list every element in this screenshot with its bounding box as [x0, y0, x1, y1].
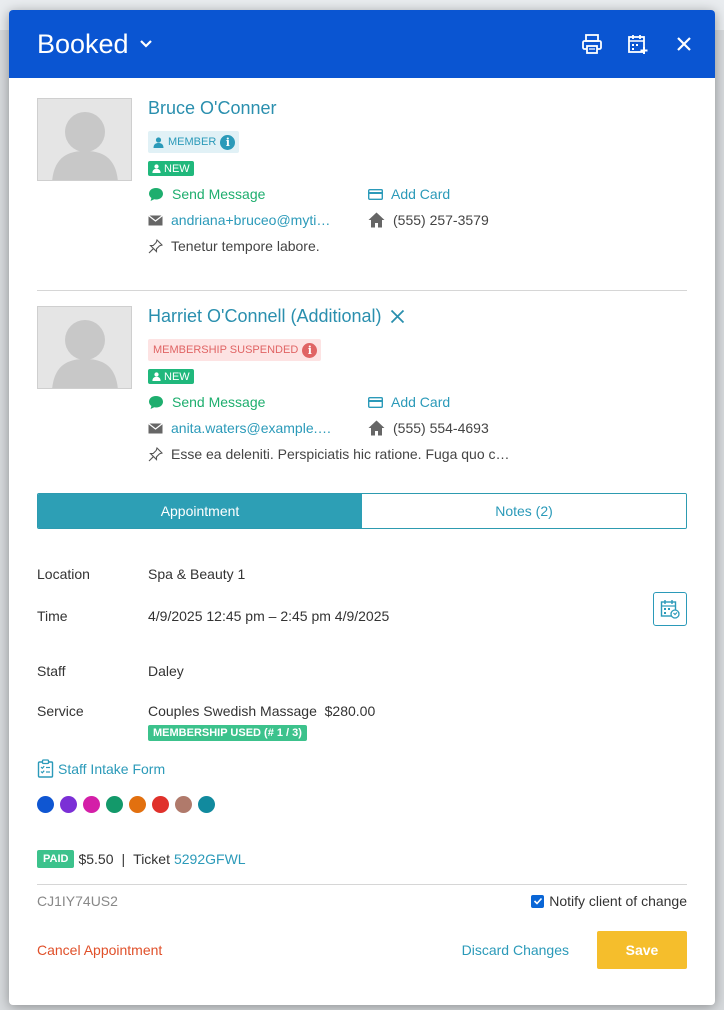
tab-appointment[interactable]: Appointment	[38, 494, 362, 528]
chat-bubble-icon	[149, 187, 163, 201]
member-badge: MEMBER i	[148, 131, 240, 153]
divider	[37, 884, 687, 885]
staff-intake-form-label: Staff Intake Form	[58, 760, 166, 777]
time-row: Time 4/9/2025 12:45 pm – 2:45 pm 4/9/202…	[37, 592, 687, 626]
location-label: Location	[37, 566, 90, 582]
staff-label: Staff	[37, 663, 66, 679]
ticket-label: Ticket	[133, 851, 170, 867]
divider	[37, 290, 687, 291]
avatar	[37, 306, 132, 389]
separator: |	[121, 851, 126, 867]
service-row: Service Couples Swedish Massage $280.00 …	[37, 703, 687, 741]
client-email-link[interactable]: andriana+bruceo@myti…	[171, 212, 330, 228]
color-swatch-5[interactable]	[129, 796, 146, 813]
paid-badge: PAID	[37, 850, 75, 868]
pin-icon	[148, 238, 163, 253]
appointment-modal: Booked Bruce O'Conner MEMBER i NEW Send …	[9, 10, 715, 1005]
client-note: Tenetur tempore labore.	[171, 238, 320, 254]
info-icon[interactable]: i	[220, 134, 236, 150]
add-to-calendar-icon[interactable]	[627, 33, 649, 55]
notify-label: Notify client of change	[549, 893, 687, 909]
time-label: Time	[37, 608, 68, 624]
discard-changes-link[interactable]: Discard Changes	[462, 942, 569, 958]
checkmark-icon	[533, 897, 542, 905]
tab-notes[interactable]: Notes (2)	[362, 494, 686, 528]
notify-checkbox[interactable]	[531, 894, 545, 908]
new-badge-label: NEW	[164, 370, 190, 383]
service-value[interactable]: Couples Swedish Massage $280.00	[148, 703, 375, 719]
person-icon	[153, 136, 164, 148]
color-swatch-1[interactable]	[37, 796, 54, 813]
color-swatch-2[interactable]	[60, 796, 77, 813]
home-icon	[368, 212, 385, 228]
footer-info: CJ1IY74US2 Notify client of change	[37, 893, 687, 909]
envelope-icon	[148, 422, 163, 433]
client-card-primary: Bruce O'Conner MEMBER i NEW Send Message	[37, 98, 687, 254]
client-note: Esse ea deleniti. Perspiciatis hic ratio…	[171, 446, 510, 462]
cancel-appointment-link[interactable]: Cancel Appointment	[37, 942, 162, 958]
add-card-link[interactable]: Add Card	[391, 394, 450, 410]
close-icon[interactable]	[673, 33, 695, 55]
credit-card-icon	[368, 396, 383, 408]
remove-client-icon[interactable]	[390, 309, 405, 324]
send-message-link[interactable]: Send Message	[172, 394, 265, 410]
credit-card-icon	[368, 188, 383, 200]
time-value[interactable]: 4/9/2025 12:45 pm – 2:45 pm 4/9/2025	[148, 608, 389, 624]
staff-intake-form-link[interactable]: Staff Intake Form	[37, 759, 687, 778]
staff-row: Staff Daley	[37, 663, 687, 679]
client-email-link[interactable]: anita.waters@example.…	[171, 420, 332, 436]
status-title: Booked	[37, 28, 129, 59]
ticket-link[interactable]: 5292GFWL	[174, 851, 246, 867]
envelope-icon	[148, 214, 163, 225]
client-phone: (555) 257-3579	[393, 212, 489, 228]
new-badge-label: NEW	[164, 162, 190, 175]
clipboard-checklist-icon	[37, 759, 54, 778]
info-icon[interactable]: i	[302, 342, 318, 358]
confirmation-code: CJ1IY74US2	[37, 893, 118, 909]
send-message-link[interactable]: Send Message	[172, 186, 265, 202]
location-value[interactable]: Spa & Beauty 1	[148, 566, 245, 582]
staff-value[interactable]: Daley	[148, 663, 184, 679]
color-swatch-8[interactable]	[198, 796, 215, 813]
color-swatch-3[interactable]	[83, 796, 100, 813]
appointment-tabs: Appointment Notes (2)	[37, 493, 687, 529]
paid-amount: $5.50	[78, 851, 114, 867]
suspended-badge-label: MEMBERSHIP SUSPENDED	[153, 344, 299, 356]
new-badge: NEW	[148, 161, 194, 176]
avatar	[37, 98, 132, 181]
color-swatch-6[interactable]	[152, 796, 169, 813]
member-badge-label: MEMBER	[168, 136, 217, 148]
client-card-additional: Harriet O'Connell (Additional) MEMBERSHI…	[37, 306, 687, 462]
reschedule-button[interactable]	[653, 592, 687, 626]
color-swatch-7[interactable]	[175, 796, 192, 813]
payment-summary: PAID $5.50 | Ticket 5292GFWL	[37, 850, 687, 868]
calendar-sync-icon	[660, 600, 680, 619]
person-icon	[152, 164, 161, 173]
client-name[interactable]: Harriet O'Connell (Additional)	[148, 306, 687, 326]
print-icon[interactable]	[581, 33, 603, 55]
save-button[interactable]: Save	[597, 931, 687, 969]
color-picker	[37, 796, 687, 813]
service-label: Service	[37, 703, 84, 719]
location-row: Location Spa & Beauty 1	[37, 566, 687, 582]
client-phone: (555) 554-4693	[393, 420, 489, 436]
membership-suspended-badge: MEMBERSHIP SUSPENDED i	[148, 339, 322, 361]
modal-header: Booked	[9, 10, 715, 78]
notify-client-toggle[interactable]: Notify client of change	[531, 893, 687, 909]
pin-icon	[148, 446, 163, 461]
membership-used-badge: MEMBERSHIP USED (# 1 / 3)	[148, 725, 307, 741]
client-name[interactable]: Bruce O'Conner	[148, 98, 687, 118]
add-card-link[interactable]: Add Card	[391, 186, 450, 202]
color-swatch-4[interactable]	[106, 796, 123, 813]
home-icon	[368, 420, 385, 436]
chevron-down-icon[interactable]	[139, 39, 153, 49]
chat-bubble-icon	[149, 395, 163, 409]
person-icon	[152, 372, 161, 381]
new-badge: NEW	[148, 369, 194, 384]
header-actions	[581, 33, 695, 55]
modal-actions: Cancel Appointment Discard Changes Save	[37, 931, 687, 969]
